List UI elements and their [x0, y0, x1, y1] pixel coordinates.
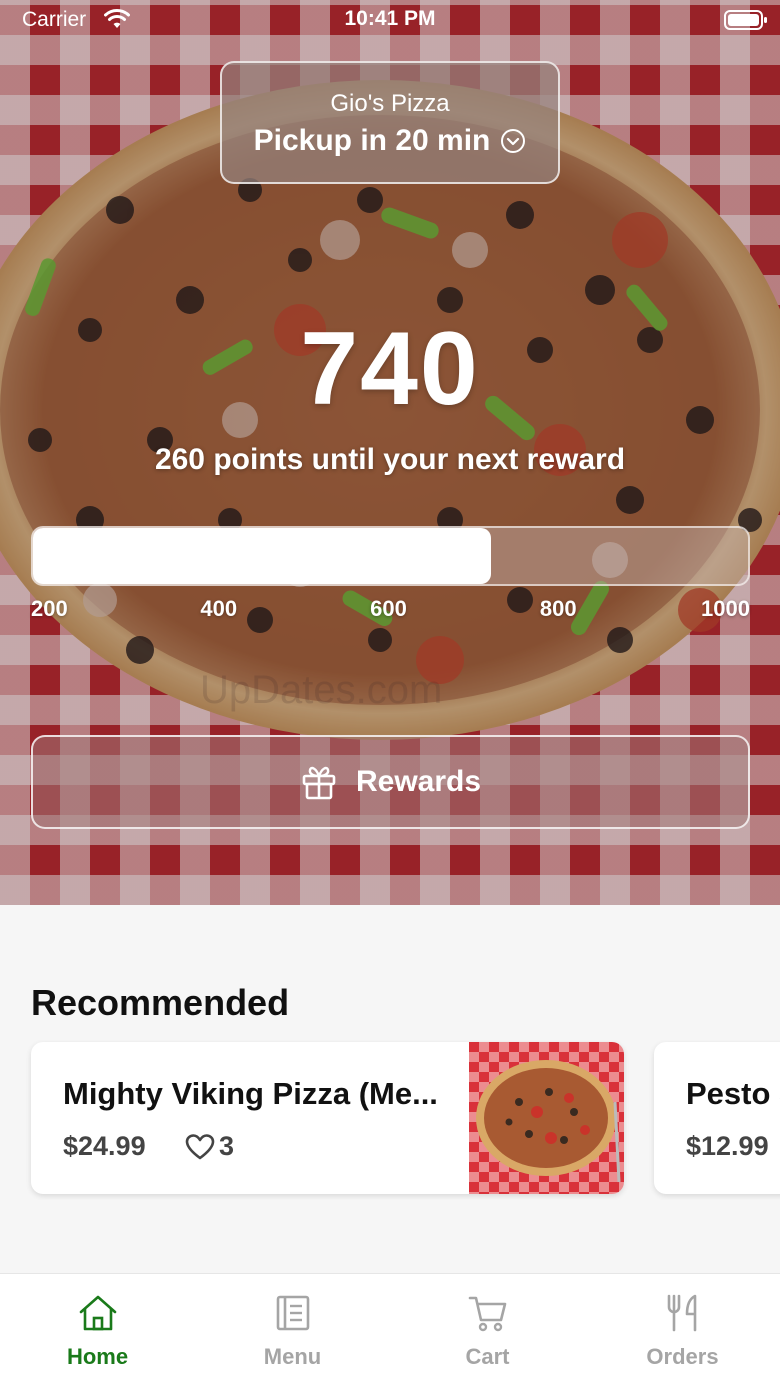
recommended-item-card[interactable]: Mighty Viking Pizza (Me... $24.99 3 — [31, 1042, 624, 1194]
tab-bar: Home Menu Cart Orders — [0, 1273, 780, 1387]
orders-icon — [667, 1294, 696, 1332]
tab-label: Cart — [465, 1344, 510, 1369]
item-name: Mighty Viking Pizza (Me... — [63, 1076, 438, 1111]
battery-icon — [724, 10, 767, 30]
pickup-location-selector[interactable]: Gio's Pizza Pickup in 20 min — [220, 61, 560, 184]
tab-orders[interactable]: Orders — [585, 1274, 780, 1387]
progress-tick-labels: 200 400 600 800 1000 — [31, 596, 750, 626]
tab-label: Home — [66, 1344, 129, 1369]
rewards-button[interactable]: Rewards — [31, 735, 750, 829]
pizza-thumbnail — [469, 1042, 624, 1194]
home-icon — [79, 1295, 116, 1331]
points-to-next-reward: 260 points until your next reward — [154, 443, 626, 476]
store-name: Gio's Pizza — [330, 90, 450, 117]
recommended-heading: Recommended — [31, 982, 290, 1023]
points-balance: 740 — [300, 311, 480, 427]
progress-tick-label: 600 — [370, 596, 407, 621]
gift-icon — [302, 766, 336, 800]
rewards-button-label: Rewards — [355, 765, 482, 798]
pickup-time: Pickup in 20 min — [253, 124, 491, 157]
progress-tick-label: 1000 — [701, 596, 750, 621]
recommended-item-card[interactable]: Pesto S $12.99 — [654, 1042, 780, 1194]
chevron-down-circle-icon — [501, 129, 526, 153]
tab-label: Menu — [263, 1344, 322, 1369]
menu-icon — [276, 1295, 309, 1331]
status-time: 10:41 PM — [344, 7, 436, 30]
progress-tick-label: 200 — [31, 596, 68, 621]
watermark: UpDates.com — [200, 668, 443, 712]
points-progress-bar — [31, 526, 750, 586]
points-progress-fill — [33, 528, 491, 584]
cart-icon — [468, 1296, 506, 1332]
item-name: Pesto S — [686, 1076, 780, 1111]
tab-label: Orders — [646, 1344, 719, 1369]
status-bar: Carrier 10:41 PM — [0, 0, 780, 40]
progress-tick-label: 400 — [200, 596, 238, 621]
tab-cart[interactable]: Cart — [390, 1274, 585, 1387]
progress-tick-label: 800 — [539, 596, 577, 621]
rewards-hero: Carrier 10:41 PM Gio's Pizza Pickup in 2… — [0, 0, 780, 905]
recommended-carousel[interactable]: Mighty Viking Pizza (Me... $24.99 3 Pest… — [0, 1040, 780, 1200]
heart-icon — [185, 1133, 215, 1159]
tab-home[interactable]: Home — [0, 1274, 195, 1387]
item-likes[interactable]: 3 — [185, 1131, 234, 1162]
item-price: $24.99 — [63, 1131, 146, 1161]
likes-count: 3 — [219, 1131, 235, 1161]
item-price: $12.99 — [686, 1131, 769, 1161]
tab-menu[interactable]: Menu — [195, 1274, 390, 1387]
